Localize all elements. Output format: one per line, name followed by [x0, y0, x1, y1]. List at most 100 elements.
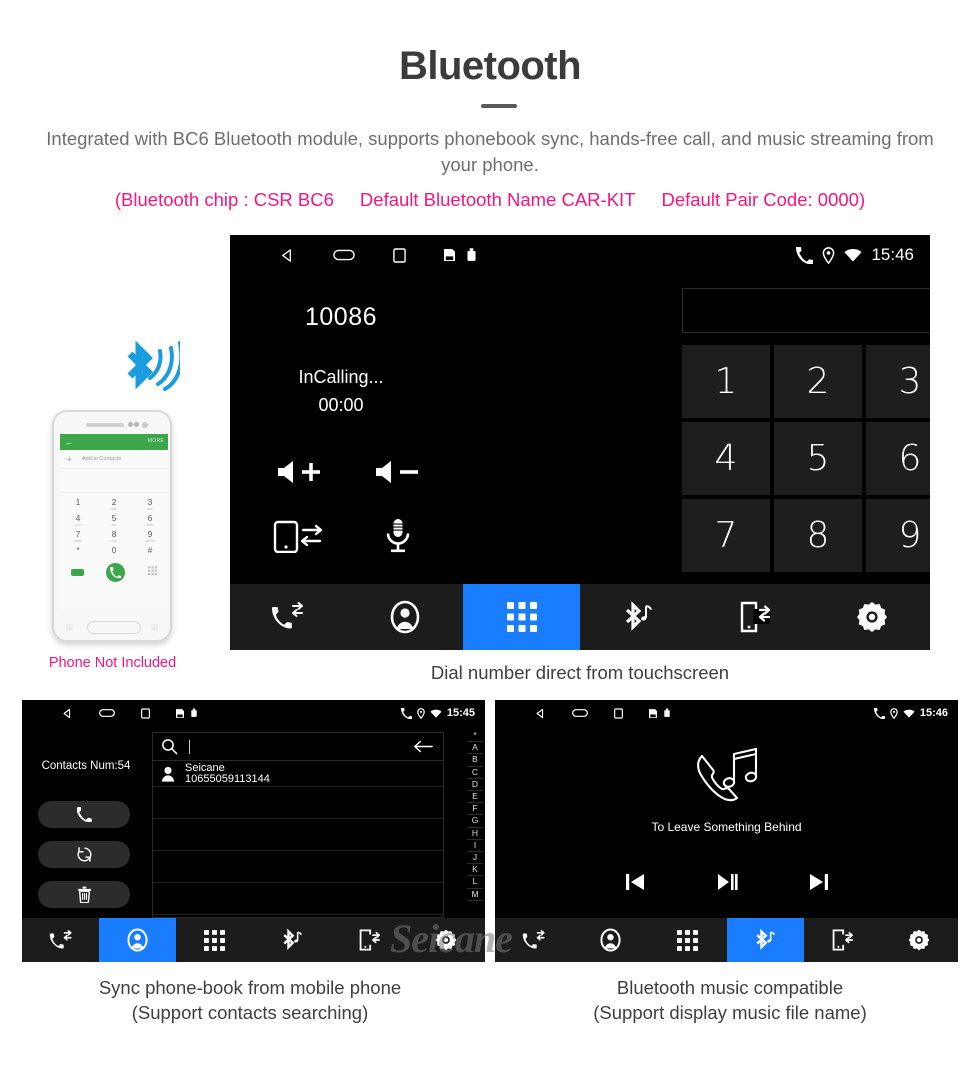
phone-camera [142, 422, 148, 428]
search-back-arrow-icon[interactable] [413, 740, 433, 758]
phone-call-button [106, 563, 126, 582]
phone-screen: ← MORE + Add to Contacts 1 2 ABC 3 DEF 4 GH… [60, 434, 168, 609]
volume-down-icon[interactable] [348, 445, 448, 499]
sidebar-item-contacts[interactable] [347, 584, 464, 650]
key-1[interactable]: 1 [682, 345, 770, 418]
alpha-index-item[interactable]: M [467, 889, 483, 901]
status-clock: 15:46 [919, 707, 948, 719]
alpha-index-item[interactable]: L [467, 876, 483, 889]
phone-keypad-toggle-icon [147, 564, 157, 582]
phone-home-key [87, 621, 141, 634]
phone-key-digit: # [147, 545, 153, 555]
volume-up-icon[interactable] [250, 445, 350, 499]
home-icon[interactable] [99, 708, 115, 718]
music-track-title: To Leave Something Behind [651, 820, 802, 834]
contacts-status-bar: 15:45 [22, 700, 485, 726]
key-5[interactable]: 5 [774, 422, 862, 495]
phone-number-input[interactable] [682, 288, 930, 333]
music-caption-line2: (Support display music file name) [593, 1002, 867, 1023]
sidebar-item-keypad[interactable] [649, 918, 726, 962]
key-2[interactable]: 2 [774, 345, 862, 418]
phone-body: ← MORE + Add to Contacts 1 2 ABC 3 DEF 4 GH… [52, 410, 172, 642]
phone-key-digit: 6 [147, 513, 153, 523]
contacts-count-label: Contacts Num:54 [41, 760, 131, 772]
sidebar-item-settings[interactable] [813, 584, 930, 650]
status-left-icons [495, 700, 670, 726]
back-icon[interactable] [535, 708, 546, 719]
delete-contacts-button[interactable] [38, 881, 130, 908]
sidebar-item-phone-link[interactable] [331, 918, 408, 962]
phone-key: # [132, 544, 168, 560]
sdcard-icon [444, 249, 455, 261]
contact-list-item[interactable]: Seicane 10655059113144 [153, 761, 443, 787]
phone-more-label: MORE [147, 438, 164, 444]
recents-icon[interactable] [614, 707, 623, 719]
recents-icon[interactable] [393, 247, 406, 263]
home-icon[interactable] [333, 248, 355, 262]
sidebar-item-settings[interactable] [408, 918, 485, 962]
sidebar-item-call-log[interactable] [22, 918, 99, 962]
transfer-to-phone-icon[interactable] [250, 507, 350, 565]
phone-sensor-dot [128, 422, 133, 427]
music-caption: Bluetooth music compatible (Support disp… [490, 975, 970, 1025]
status-right-icons: 15:46 [873, 700, 958, 726]
sidebar-item-keypad[interactable] [463, 584, 581, 650]
key-6[interactable]: 6 [866, 422, 930, 495]
sidebar-item-call-log[interactable] [495, 918, 572, 962]
recents-icon[interactable] [141, 707, 150, 719]
usb-icon [191, 708, 197, 718]
play-pause-button[interactable] [710, 868, 744, 896]
alpha-index-item[interactable]: J [467, 852, 483, 865]
call-contact-button[interactable] [38, 801, 130, 828]
alpha-index-item[interactable]: F [467, 803, 483, 816]
music-status-bar: 15:46 [495, 700, 958, 726]
home-icon[interactable] [572, 708, 588, 718]
alpha-index-item[interactable]: I [467, 840, 483, 853]
sidebar-item-contacts[interactable] [99, 918, 177, 962]
sidebar-item-bluetooth-music[interactable] [726, 918, 804, 962]
alpha-index-item[interactable]: G [467, 815, 483, 828]
sidebar-item-contacts[interactable] [572, 918, 649, 962]
alpha-index-item[interactable]: C [467, 767, 483, 779]
sidebar-item-phone-link[interactable] [804, 918, 881, 962]
alphabet-index[interactable]: * A B C D E F G H I J K L M [467, 730, 483, 901]
key-9[interactable]: 9 [866, 499, 930, 572]
alpha-index-item[interactable]: A [467, 742, 483, 755]
dialed-number: 10086 [304, 303, 378, 331]
next-track-button[interactable] [802, 868, 836, 896]
sidebar-item-keypad[interactable] [176, 918, 253, 962]
back-icon[interactable] [62, 708, 73, 719]
phone-number-display [60, 469, 168, 493]
contacts-search-row[interactable] [153, 733, 443, 761]
phone-key-letters: ABC [110, 507, 118, 511]
phone-key-letters: GHI [75, 523, 81, 527]
phone-key-digit: 5 [111, 513, 117, 523]
sync-contacts-button[interactable] [38, 841, 130, 868]
sidebar-item-call-log[interactable] [230, 584, 347, 650]
sidebar-item-bluetooth-music[interactable] [580, 584, 697, 650]
contacts-left-panel: Contacts Num:54 [22, 726, 150, 918]
phone-key-digit: * [76, 545, 80, 555]
alpha-index-item[interactable]: * [467, 730, 483, 743]
call-state-label: InCalling... [298, 367, 384, 387]
phone-key: 7 PQRS [60, 528, 96, 544]
key-7[interactable]: 7 [682, 499, 770, 572]
phone-add-contact-row: + Add to Contacts [60, 450, 168, 469]
phone-add-contact-label: Add to Contacts [82, 456, 122, 462]
sidebar-item-phone-link[interactable] [697, 584, 814, 650]
alpha-index-item[interactable]: H [467, 828, 483, 840]
key-3[interactable]: 3 [866, 345, 930, 418]
microphone-icon[interactable] [348, 507, 448, 565]
alpha-index-item[interactable]: B [467, 754, 483, 767]
alpha-index-item[interactable]: E [467, 791, 483, 804]
previous-track-button[interactable] [618, 868, 652, 896]
alpha-index-item[interactable]: K [467, 864, 483, 877]
back-icon[interactable] [280, 248, 295, 263]
car-dialer-screen: 15:46 10086 InCalling... 00:00 1 2 3 4 5… [230, 235, 930, 650]
sidebar-item-settings[interactable] [881, 918, 958, 962]
alpha-index-item[interactable]: D [467, 779, 483, 792]
key-8[interactable]: 8 [774, 499, 862, 572]
key-4[interactable]: 4 [682, 422, 770, 495]
search-input[interactable] [189, 740, 190, 754]
sidebar-item-bluetooth-music[interactable] [254, 918, 331, 962]
